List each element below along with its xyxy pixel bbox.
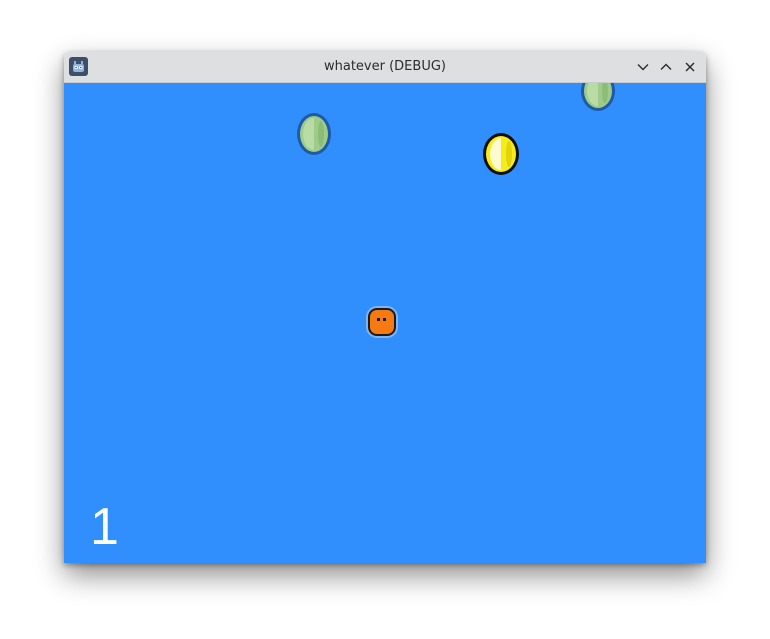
close-button[interactable]	[681, 58, 699, 76]
game-window: whatever (DEBUG) 1	[64, 52, 706, 563]
chevron-down-icon	[637, 64, 649, 71]
window-titlebar[interactable]: whatever (DEBUG)	[64, 52, 706, 83]
chevron-up-icon	[660, 63, 672, 70]
window-title: whatever (DEBUG)	[324, 59, 446, 74]
minimize-button[interactable]	[634, 58, 652, 76]
player-character-sprite	[366, 306, 398, 338]
yellow-coin-sprite	[483, 133, 519, 175]
green-coin-sprite	[581, 83, 615, 111]
game-viewport[interactable]: 1	[64, 83, 706, 563]
maximize-button[interactable]	[657, 58, 675, 76]
score-counter: 1	[90, 498, 119, 556]
green-coin-sprite	[297, 113, 331, 155]
close-icon	[685, 62, 695, 72]
